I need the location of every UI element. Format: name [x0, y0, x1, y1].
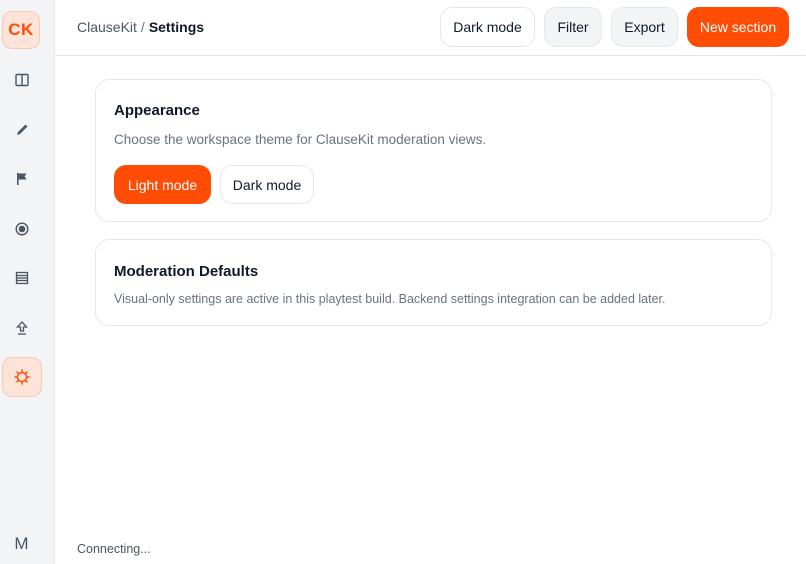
breadcrumb-separator: / — [140, 19, 145, 35]
user-avatar-initial[interactable]: M — [0, 534, 43, 554]
export-button[interactable]: Export — [611, 7, 678, 47]
columns-icon — [15, 73, 29, 87]
appearance-card: Appearance Choose the workspace theme fo… — [95, 79, 772, 222]
sidebar-item-columns[interactable] — [2, 60, 42, 100]
dark-mode-button[interactable]: Dark mode — [440, 7, 535, 47]
breadcrumb: ClauseKit / Settings — [77, 19, 204, 35]
light-mode-option[interactable]: Light mode — [114, 165, 211, 204]
filter-button[interactable]: Filter — [544, 7, 602, 47]
upload-icon — [16, 321, 28, 335]
new-section-button[interactable]: New section — [687, 7, 789, 47]
connection-status: Connecting... — [77, 542, 151, 556]
sidebar-item-list[interactable] — [2, 258, 42, 298]
breadcrumb-current: Settings — [148, 19, 205, 35]
breadcrumb-root[interactable]: ClauseKit — [77, 19, 137, 35]
sidebar-item-upload[interactable] — [2, 308, 42, 348]
sidebar: CK M — [0, 0, 55, 564]
list-icon — [15, 271, 29, 285]
target-icon — [15, 222, 29, 236]
pencil-icon — [17, 124, 28, 135]
flag-icon — [17, 173, 27, 185]
appearance-description: Choose the workspace theme for ClauseKit… — [114, 132, 487, 147]
sidebar-item-flags[interactable] — [2, 159, 42, 199]
app-logo[interactable]: CK — [2, 11, 40, 49]
settings-gear-icon — [14, 369, 30, 385]
app-root: CK M ClauseKit / Settings Dark mode Filt… — [0, 0, 806, 564]
moderation-title: Moderation Defaults — [114, 263, 259, 280]
moderation-description: Visual-only settings are active in this … — [114, 292, 666, 306]
top-header: ClauseKit / Settings Dark mode Filter Expo… — [55, 0, 806, 56]
sidebar-item-target[interactable] — [2, 209, 42, 249]
moderation-defaults-card: Moderation Defaults Visual-only settings… — [95, 239, 772, 326]
dark-mode-option[interactable]: Dark mode — [220, 165, 314, 204]
appearance-title: Appearance — [114, 102, 200, 119]
sidebar-item-edit[interactable] — [2, 110, 42, 150]
sidebar-item-settings[interactable] — [2, 357, 42, 397]
